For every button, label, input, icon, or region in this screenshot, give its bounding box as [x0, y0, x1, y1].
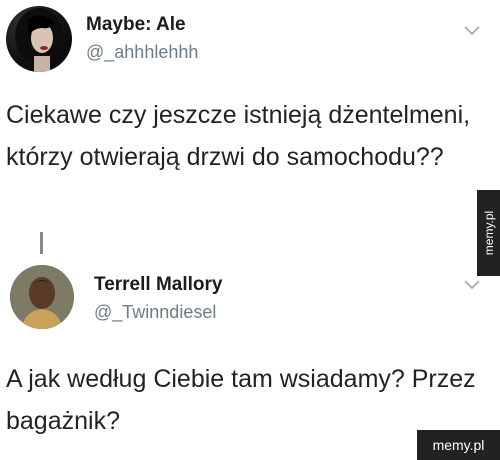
- chevron-down-icon[interactable]: [462, 278, 482, 292]
- user-handle[interactable]: @_ahhhlehhh: [86, 42, 198, 63]
- side-watermark-label: memy.pl: [481, 210, 496, 256]
- chevron-down-icon[interactable]: [462, 24, 482, 38]
- display-name[interactable]: Maybe: Ale: [86, 14, 186, 36]
- user-handle[interactable]: @_Twinndiesel: [94, 302, 216, 323]
- avatar[interactable]: [10, 265, 74, 329]
- tweet-text: Ciekawe czy jeszcze istnieją dżentelmeni…: [6, 101, 471, 171]
- avatar[interactable]: [6, 6, 72, 72]
- profile-photo-dark-hair: [15, 8, 63, 72]
- profile-photo-man: [10, 265, 74, 329]
- side-watermark: memy.pl: [477, 190, 500, 276]
- display-name[interactable]: Terrell Mallory: [94, 274, 222, 296]
- tweet-original: Maybe: Ale @_ahhhlehhh Ciekawe czy jeszc…: [0, 0, 500, 254]
- tweet-reply: Terrell Mallory @_Twinndiesel A jak wedł…: [0, 250, 500, 460]
- corner-watermark: memy.pl: [417, 430, 500, 460]
